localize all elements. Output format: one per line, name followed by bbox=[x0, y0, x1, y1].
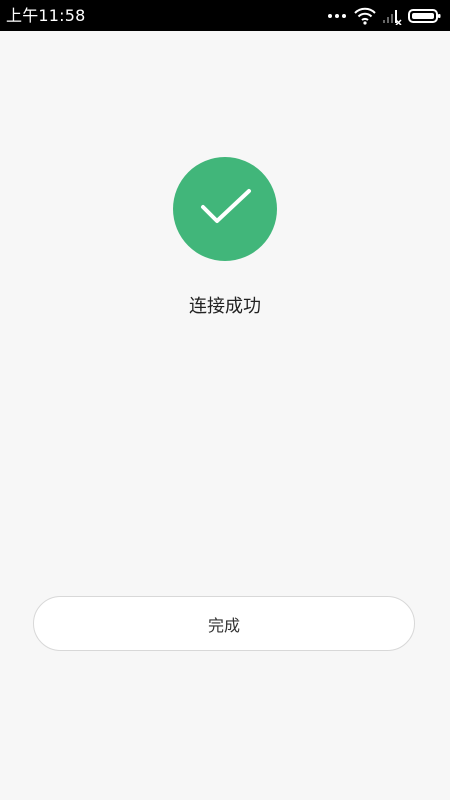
checkmark-icon bbox=[201, 189, 251, 223]
battery-icon bbox=[408, 7, 442, 25]
more-dots-icon bbox=[328, 14, 346, 18]
done-button[interactable]: 完成 bbox=[33, 596, 415, 651]
status-bar: 上午11:58 bbox=[0, 0, 450, 31]
success-circle bbox=[173, 157, 277, 261]
done-button-label: 完成 bbox=[207, 615, 240, 635]
wifi-icon bbox=[354, 7, 376, 25]
success-message: 连接成功 bbox=[189, 296, 261, 317]
signal-icon bbox=[382, 7, 402, 25]
status-time: 上午11:58 bbox=[6, 6, 86, 25]
status-icons bbox=[328, 6, 442, 26]
